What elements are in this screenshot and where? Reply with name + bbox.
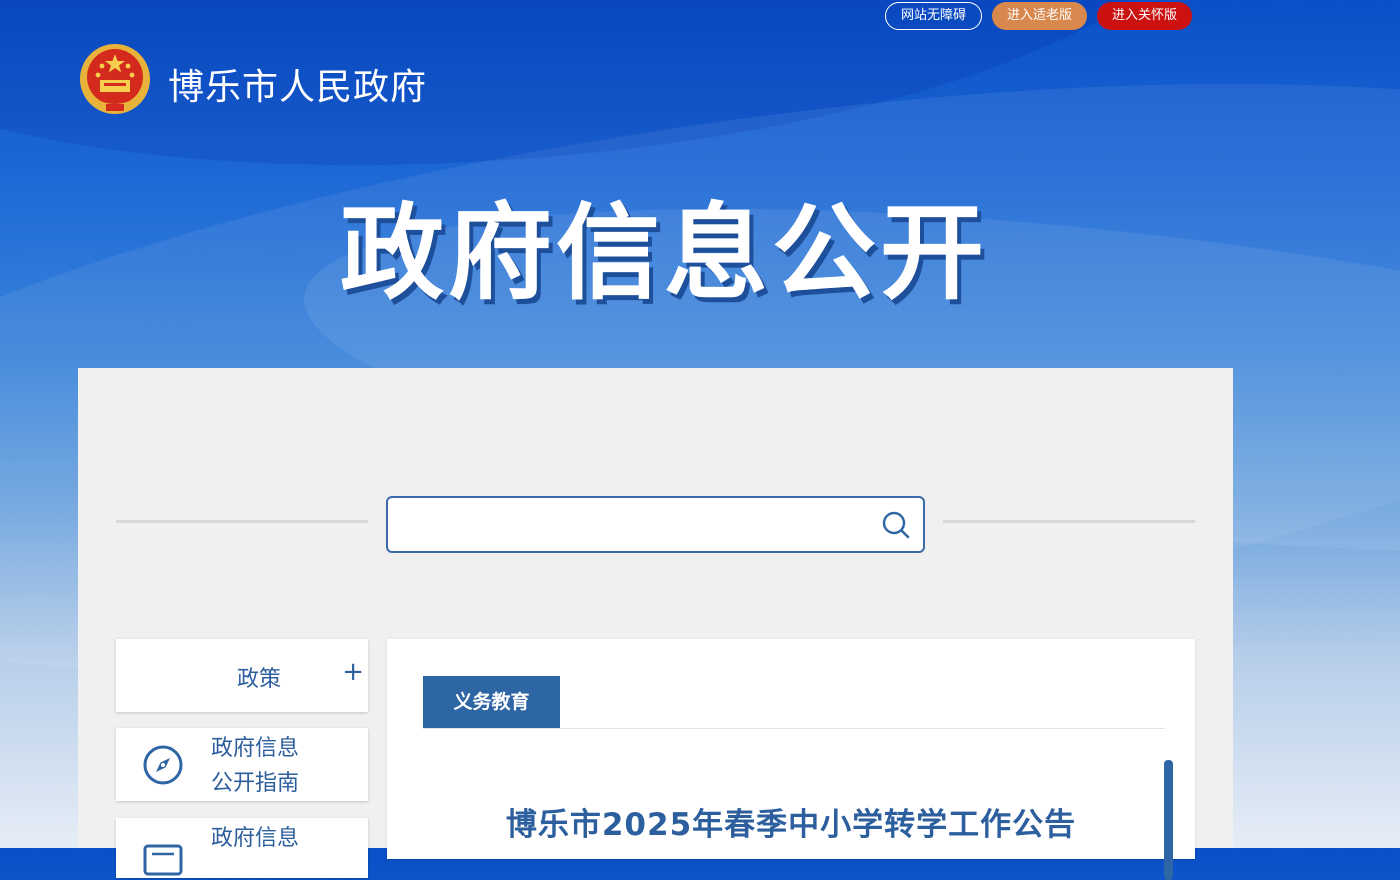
divider: [943, 520, 1195, 523]
sidebar-item-label-line: 政府信息: [211, 736, 300, 761]
sidebar-item-label: 政府信息: [211, 821, 299, 856]
site-name[interactable]: 博乐市人民政府: [168, 58, 427, 110]
document-icon: [143, 844, 183, 876]
sidebar-item-label-line: 政府信息: [211, 826, 300, 851]
accessibility-button[interactable]: 网站无障碍: [885, 2, 983, 30]
elderly-mode-button[interactable]: 进入适老版: [992, 2, 1088, 30]
tab-underline: [423, 728, 1165, 729]
expand-icon[interactable]: +: [342, 659, 364, 685]
sidebar-item-disclosure-guide[interactable]: 政府信息 公开指南: [116, 728, 368, 801]
hero-title: 政府信息公开: [340, 192, 989, 314]
divider: [116, 520, 368, 523]
content-card: 义务教育 博乐市2025年春季中小学转学工作公告: [387, 639, 1195, 880]
sidebar-item-label: 政府信息 公开指南: [211, 731, 299, 801]
sidebar-item-label-line: 公开指南: [211, 771, 300, 796]
sidebar-item-gov-info[interactable]: 政府信息: [116, 818, 368, 878]
top-button-group: 网站无障碍 进入适老版 进入关怀版: [885, 2, 1193, 30]
search-icon[interactable]: [881, 510, 911, 540]
search-input[interactable]: [388, 498, 886, 551]
article-title-link[interactable]: 博乐市2025年春季中小学转学工作公告: [387, 799, 1195, 844]
compass-icon: [143, 745, 183, 785]
search-box: [386, 496, 925, 553]
national-emblem-icon: [80, 44, 150, 114]
tab-compulsory-education[interactable]: 义务教育: [423, 676, 560, 728]
sidebar-item-policy[interactable]: 政策 +: [116, 639, 368, 712]
care-mode-button[interactable]: 进入关怀版: [1097, 2, 1193, 30]
